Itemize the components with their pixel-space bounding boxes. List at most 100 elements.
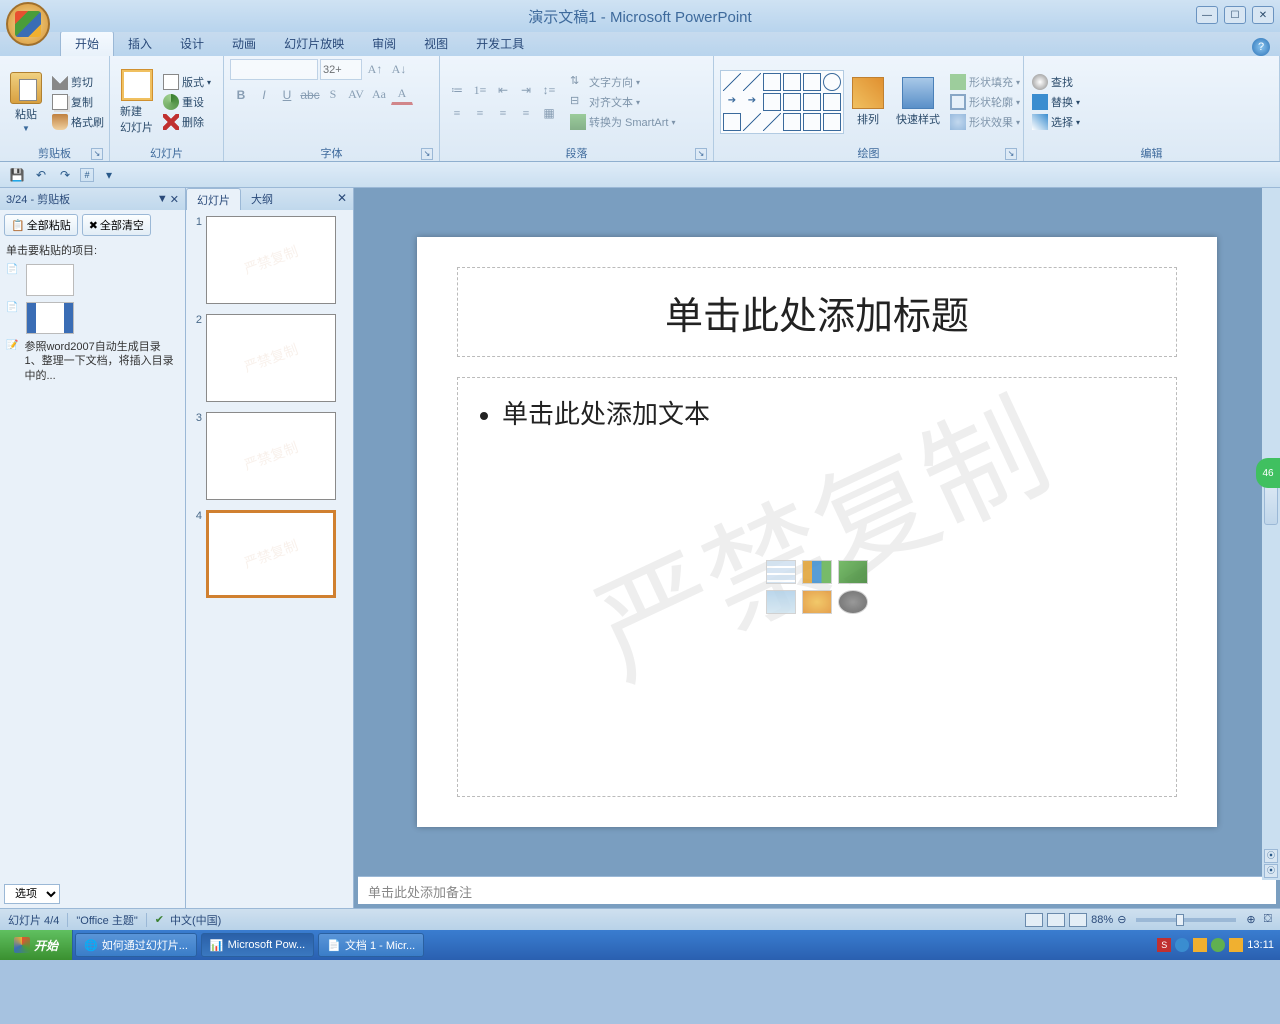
zoom-slider[interactable] [1136,918,1236,922]
zoom-level[interactable]: 88% [1091,914,1113,926]
font-size-combo[interactable] [320,59,362,80]
case-button[interactable]: Aa [368,84,390,105]
insert-clipart-icon[interactable] [802,590,832,614]
slide-pane-close[interactable]: ✕ [331,188,353,210]
italic-button[interactable]: I [253,84,275,105]
numbering-button[interactable]: 1≡ [469,80,491,101]
indent-button[interactable]: ⇥ [515,80,537,101]
insert-chart-icon[interactable] [802,560,832,584]
delete-slide-button[interactable]: 删除 [161,113,213,131]
task-item[interactable]: 📊Microsoft Pow... [201,933,314,957]
content-placeholder[interactable]: 单击此处添加文本 [457,377,1177,797]
convert-smartart-button[interactable]: 转换为 SmartArt▾ [568,113,677,131]
find-button[interactable]: 查找 [1030,73,1082,91]
clipboard-item[interactable]: 📝参照word2007自动生成目录 1、整理一下文档，将插入目录中的... [6,340,179,383]
columns-button[interactable]: ▦ [538,103,560,124]
tab-developer[interactable]: 开发工具 [462,31,538,56]
cut-button[interactable]: 剪切 [50,73,106,91]
tray-clock[interactable]: 13:11 [1247,939,1274,951]
undo-button[interactable]: ↶ [32,166,50,184]
tray-icon[interactable] [1175,938,1189,952]
font-color-button[interactable]: A [391,84,413,105]
new-slide-button[interactable]: 新建 幻灯片 [116,67,157,137]
align-right-button[interactable]: ≡ [492,103,514,124]
shrink-font-button[interactable]: A↓ [388,59,410,80]
tray-icon[interactable] [1211,938,1225,952]
shape-outline-button[interactable]: 形状轮廓▾ [948,93,1022,111]
task-item[interactable]: 🌐如何通过幻灯片... [75,933,197,957]
slide-canvas[interactable]: 严禁复制 单击此处添加标题 单击此处添加文本 [417,237,1217,827]
arrange-button[interactable]: 排列 [848,75,888,129]
linespacing-button[interactable]: ↕≡ [538,80,560,101]
slide-thumb-1[interactable]: 严禁复制 [206,216,336,304]
insert-picture-icon[interactable] [766,590,796,614]
vertical-scrollbar[interactable]: ⦿ ⦿ [1262,188,1280,880]
paste-button[interactable]: 粘贴 ▼ [6,70,46,135]
start-button[interactable]: 开始 [0,930,73,960]
clipboard-pane-dropdown[interactable]: ▼ [157,193,168,206]
layout-button[interactable]: 版式▾ [161,73,213,91]
spacing-button[interactable]: AV [345,84,367,105]
slide-thumb-4[interactable]: 严禁复制 [206,510,336,598]
qat-more-button[interactable]: # [80,168,94,182]
clipboard-item[interactable]: 📄 [6,264,179,296]
office-button[interactable] [6,2,50,46]
bold-button[interactable]: B [230,84,252,105]
shape-gallery[interactable] [720,70,844,134]
justify-button[interactable]: ≡ [515,103,537,124]
paragraph-launcher[interactable]: ↘ [695,148,707,160]
shadow-button[interactable]: S [322,84,344,105]
spellcheck-icon[interactable]: ✔ [155,913,164,926]
tab-design[interactable]: 设计 [166,31,218,56]
tab-slides[interactable]: 幻灯片 [186,188,241,210]
paste-all-button[interactable]: 📋全部粘贴 [4,214,78,236]
next-slide-button[interactable]: ⦿ [1264,864,1278,878]
outdent-button[interactable]: ⇤ [492,80,514,101]
side-badge[interactable]: 46 [1256,458,1280,488]
replace-button[interactable]: 替换▾ [1030,93,1082,111]
grow-font-button[interactable]: A↑ [364,59,386,80]
align-left-button[interactable]: ≡ [446,103,468,124]
tray-shield-icon[interactable] [1229,938,1243,952]
normal-view-button[interactable] [1025,913,1043,927]
task-item[interactable]: 📄文档 1 - Micr... [318,933,424,957]
text-direction-button[interactable]: ⇅文字方向▾ [568,73,677,91]
slideshow-view-button[interactable] [1069,913,1087,927]
clipboard-launcher[interactable]: ↘ [91,148,103,160]
clipboard-pane-close[interactable]: ✕ [170,193,179,206]
select-button[interactable]: 选择▾ [1030,113,1082,131]
zoom-out-button[interactable]: ⊖ [1117,913,1126,926]
reset-button[interactable]: 重设 [161,93,213,111]
tray-ime-icon[interactable]: S [1157,938,1171,952]
insert-table-icon[interactable] [766,560,796,584]
font-launcher[interactable]: ↘ [421,148,433,160]
shape-effects-button[interactable]: 形状效果▾ [948,113,1022,131]
clipboard-options[interactable]: 选项 [4,884,60,904]
quick-styles-button[interactable]: 快速样式 [892,75,944,129]
drawing-launcher[interactable]: ↘ [1005,148,1017,160]
clipboard-item[interactable]: 📄 [6,302,179,334]
tab-insert[interactable]: 插入 [114,31,166,56]
tray-icon[interactable] [1193,938,1207,952]
zoom-in-button[interactable]: ⊕ [1246,913,1255,926]
insert-smartart-icon[interactable] [838,560,868,584]
help-button[interactable]: ? [1252,38,1270,56]
minimize-button[interactable]: — [1196,6,1218,24]
slide-thumb-3[interactable]: 严禁复制 [206,412,336,500]
sorter-view-button[interactable] [1047,913,1065,927]
format-painter-button[interactable]: 格式刷 [50,113,106,131]
tab-home[interactable]: 开始 [60,30,114,56]
slide-thumb-2[interactable]: 严禁复制 [206,314,336,402]
bullets-button[interactable]: ≔ [446,80,468,101]
status-language[interactable]: 中文(中国) [170,912,221,928]
clear-all-button[interactable]: ✖全部清空 [82,214,151,236]
insert-media-icon[interactable] [838,590,868,614]
align-center-button[interactable]: ≡ [469,103,491,124]
tab-view[interactable]: 视图 [410,31,462,56]
qat-customize-button[interactable]: ▾ [100,166,118,184]
redo-button[interactable]: ↷ [56,166,74,184]
font-family-combo[interactable] [230,59,318,80]
copy-button[interactable]: 复制 [50,93,106,111]
tab-outline[interactable]: 大纲 [241,188,283,210]
prev-slide-button[interactable]: ⦿ [1264,849,1278,863]
